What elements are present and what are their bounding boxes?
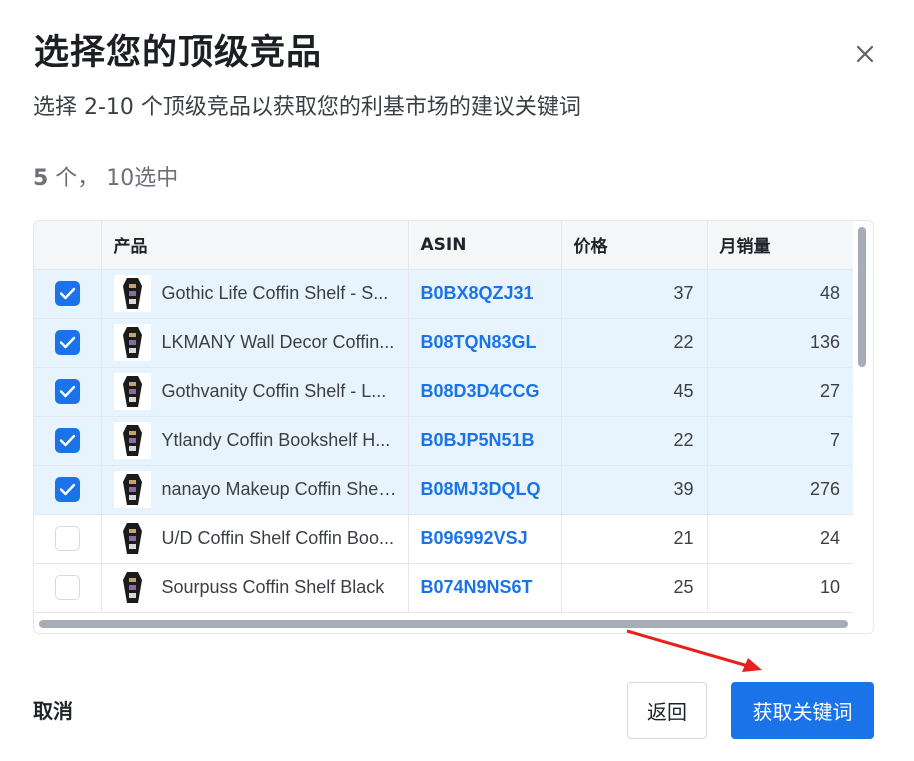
product-cell: U/D Coffin Shelf Coffin Boo... [101, 514, 409, 564]
table-header-row: 产品 ASIN 价格 月销量 [34, 221, 853, 270]
price-cell: 39 [561, 465, 708, 515]
selection-count-number: 5 [33, 166, 49, 191]
row-checkbox-cell [34, 269, 102, 319]
monthly-sales-cell: 27 [707, 367, 853, 417]
row-checkbox[interactable] [54, 575, 80, 600]
table-row[interactable]: U/D Coffin Shelf Coffin Boo... B096992VSJ… [34, 514, 853, 564]
price-cell: 22 [561, 416, 708, 466]
price-cell: 25 [561, 563, 708, 613]
dialog-title: 选择您的顶级竞品 [34, 33, 323, 73]
close-icon[interactable] [848, 37, 882, 71]
monthly-sales-cell: 48 [707, 269, 853, 319]
coffin-shelf-icon [113, 471, 151, 508]
row-checkbox[interactable] [54, 477, 80, 502]
header-price: 价格 [561, 221, 708, 270]
monthly-sales-cell: 10 [707, 563, 853, 613]
table-row[interactable]: nanayo Makeup Coffin Shel... B08MJ3DQLQ 39… [34, 465, 853, 515]
row-checkbox-cell [34, 416, 102, 466]
select-competitors-dialog: 选择您的顶级竞品 选择 2-10 个顶级竞品以获取您的利基市场的建议关键词 5 … [0, 0, 914, 761]
product-cell: Gothvanity Coffin Shelf - L... [101, 367, 409, 417]
table-row[interactable]: Gothic Life Coffin Shelf - S... B0BX8QZJ3… [34, 269, 853, 319]
dialog-subtitle: 选择 2-10 个顶级竞品以获取您的利基市场的建议关键词 [33, 95, 581, 120]
coffin-shelf-icon [113, 520, 151, 557]
header-asin: ASIN [408, 221, 562, 270]
cancel-link[interactable]: 取消 [33, 696, 73, 726]
competitor-table: 产品 ASIN 价格 月销量 Gothic Life Coffin Shelf … [33, 220, 874, 634]
product-name: Gothic Life Coffin Shelf - S... [161, 283, 389, 303]
monthly-sales-cell: 7 [707, 416, 853, 466]
asin-link[interactable]: B0BX8QZJ31 [408, 269, 562, 319]
product-cell: Ytlandy Coffin Bookshelf H... [101, 416, 409, 466]
product-cell: LKMANY Wall Decor Coffin... [101, 318, 409, 368]
row-checkbox-cell [34, 465, 102, 515]
header-product: 产品 [101, 221, 409, 270]
row-checkbox-cell [34, 514, 102, 564]
header-checkbox-cell [34, 221, 102, 270]
coffin-shelf-icon [113, 422, 151, 459]
table-row[interactable]: Sourpuss Coffin Shelf Black B074N9NS6T 25 1… [34, 563, 853, 613]
selection-count: 5 个， 10选中 [33, 164, 178, 194]
annotation-arrow-icon [626, 629, 762, 672]
get-keywords-button[interactable]: 获取关键词 [731, 682, 874, 739]
asin-link[interactable]: B08TQN83GL [408, 318, 562, 368]
coffin-shelf-icon [113, 275, 151, 312]
product-name: Gothvanity Coffin Shelf - L... [161, 381, 387, 401]
row-checkbox[interactable] [54, 428, 80, 453]
row-checkbox[interactable] [54, 281, 80, 306]
row-checkbox-cell [34, 563, 102, 613]
asin-link[interactable]: B08MJ3DQLQ [408, 465, 562, 515]
asin-link[interactable]: B074N9NS6T [408, 563, 562, 613]
product-cell: nanayo Makeup Coffin Shel... [101, 465, 409, 515]
table-row[interactable]: Gothvanity Coffin Shelf - L... B08D3D4CCG… [34, 367, 853, 417]
price-cell: 37 [561, 269, 708, 319]
asin-link[interactable]: B096992VSJ [408, 514, 562, 564]
table-row[interactable]: Ytlandy Coffin Bookshelf H... B0BJP5N51B 2… [34, 416, 853, 466]
coffin-shelf-icon [113, 569, 151, 606]
product-cell: Gothic Life Coffin Shelf - S... [101, 269, 409, 319]
product-cell: Sourpuss Coffin Shelf Black [101, 563, 409, 613]
coffin-shelf-icon [113, 373, 151, 410]
row-checkbox[interactable] [54, 379, 80, 404]
selection-count-text: 个， 10选中 [48, 166, 179, 191]
product-name: Ytlandy Coffin Bookshelf H... [161, 430, 391, 450]
price-cell: 21 [561, 514, 708, 564]
product-name: nanayo Makeup Coffin Shel... [161, 479, 397, 499]
header-monthly-sales: 月销量 [707, 221, 853, 270]
monthly-sales-cell: 136 [707, 318, 853, 368]
back-button[interactable]: 返回 [627, 682, 707, 739]
table-row[interactable]: LKMANY Wall Decor Coffin... B08TQN83GL 22 1… [34, 318, 853, 368]
asin-link[interactable]: B08D3D4CCG [408, 367, 562, 417]
coffin-shelf-icon [113, 324, 151, 361]
row-checkbox[interactable] [54, 526, 80, 551]
price-cell: 45 [561, 367, 708, 417]
row-checkbox[interactable] [54, 330, 80, 355]
product-name: U/D Coffin Shelf Coffin Boo... [161, 528, 394, 548]
asin-link[interactable]: B0BJP5N51B [408, 416, 562, 466]
row-checkbox-cell [34, 367, 102, 417]
price-cell: 22 [561, 318, 708, 368]
product-name: LKMANY Wall Decor Coffin... [161, 332, 395, 352]
vertical-scrollbar[interactable] [858, 227, 866, 367]
monthly-sales-cell: 276 [707, 465, 853, 515]
product-name: Sourpuss Coffin Shelf Black [161, 577, 385, 597]
row-checkbox-cell [34, 318, 102, 368]
monthly-sales-cell: 24 [707, 514, 853, 564]
